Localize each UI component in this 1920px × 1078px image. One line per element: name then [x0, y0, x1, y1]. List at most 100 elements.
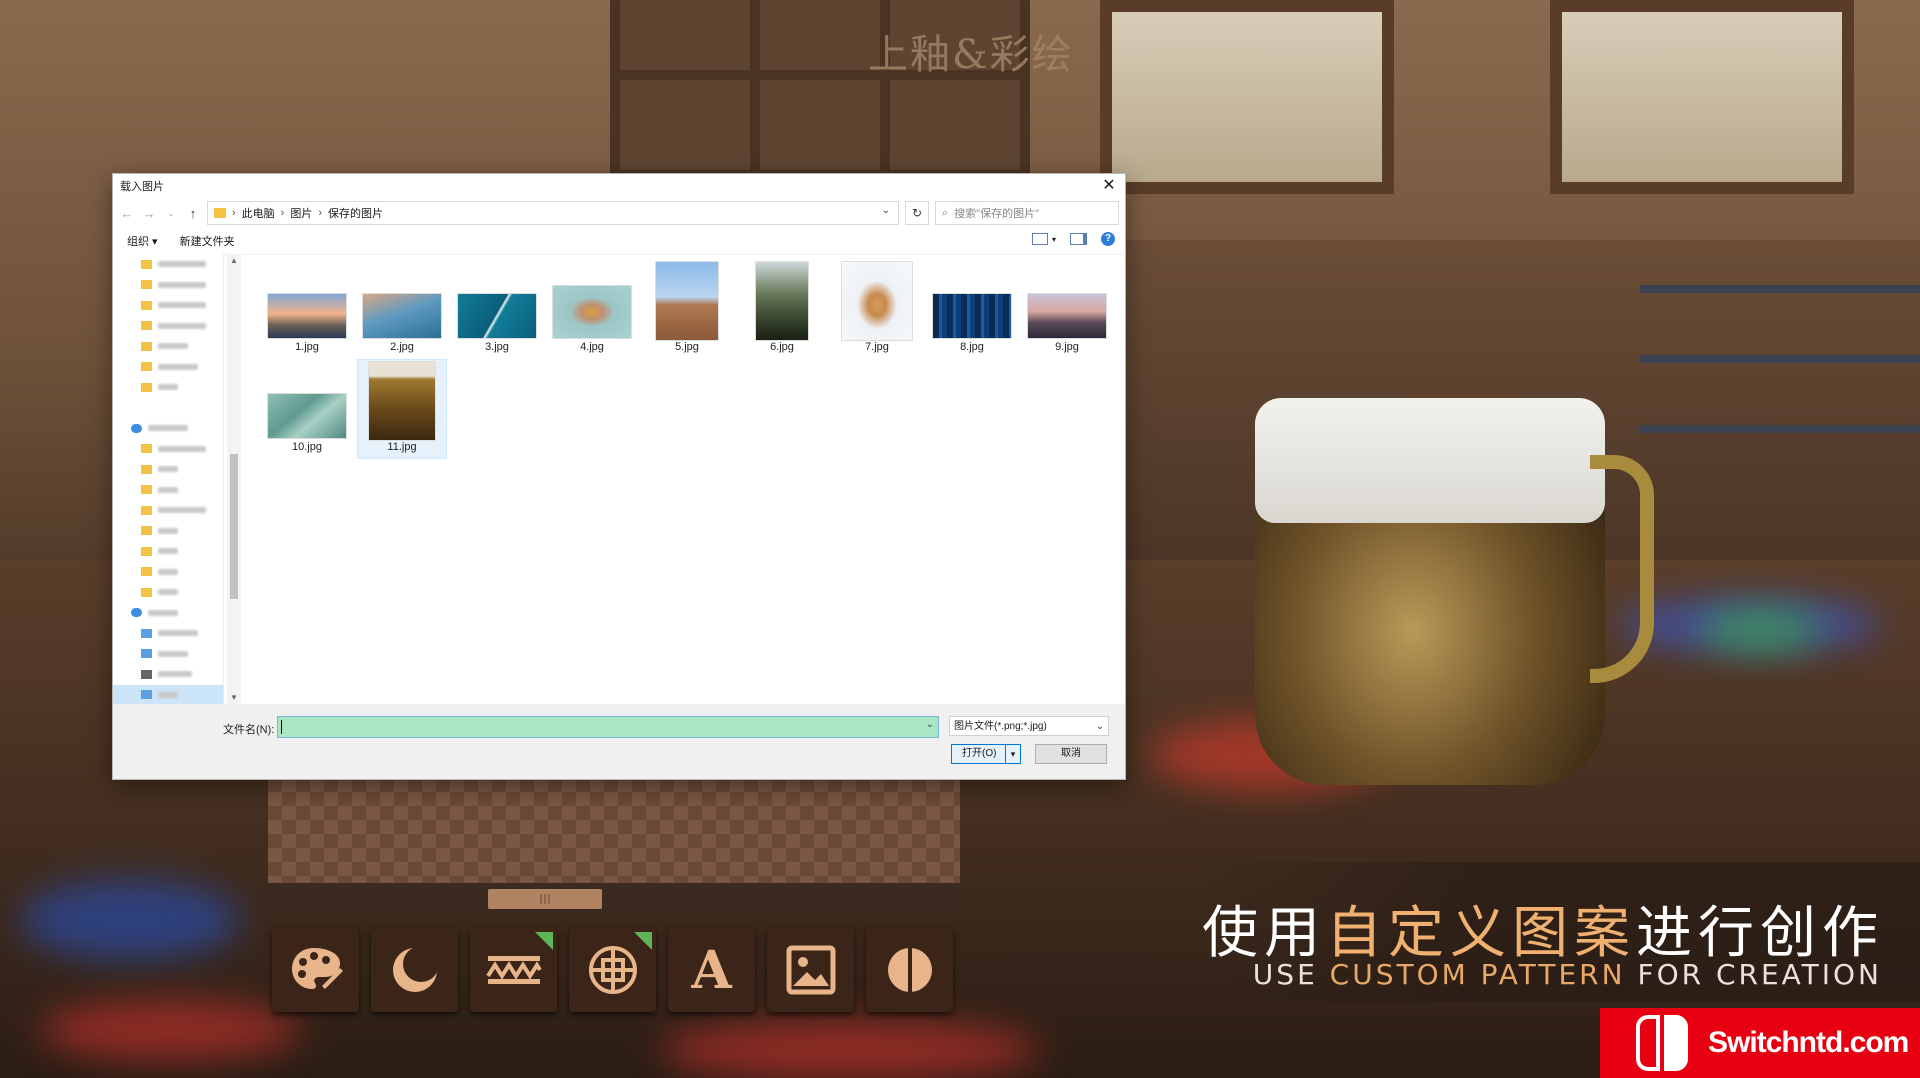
file-name: 7.jpg	[865, 341, 889, 353]
preview-pane-icon[interactable]	[1070, 233, 1087, 245]
video-folder-icon	[141, 669, 152, 679]
nav-item[interactable]	[113, 254, 223, 275]
up-arrow-icon[interactable]: ↑	[185, 206, 201, 221]
dialog-body: ▲ ▼ 1.jpg 2.jpg 3.jpg 4.jpg 5.jpg 6.jpg …	[113, 254, 1125, 705]
nav-item-selected[interactable]	[113, 684, 223, 705]
chevron-down-icon[interactable]: ⌄	[926, 719, 934, 730]
open-button[interactable]: 打开(O) ▾	[951, 744, 1021, 764]
pattern-tool-button[interactable]	[569, 928, 656, 1012]
filetype-value: 图片文件(*.png;*.jpg)	[954, 721, 1047, 732]
paint-splash	[20, 880, 240, 960]
photo-thumbnail	[363, 294, 441, 338]
search-input[interactable]: ⌕ 搜索"保存的图片"	[935, 201, 1119, 225]
file-item-selected[interactable]: 11.jpg	[357, 359, 447, 459]
shading-tool-button[interactable]	[371, 928, 458, 1012]
folder-icon	[141, 259, 152, 269]
photo-thumbnail	[553, 286, 631, 338]
chevron-down-icon[interactable]: ⌄	[882, 205, 890, 216]
pattern-canvas[interactable]	[268, 778, 960, 883]
address-bar[interactable]: › 此电脑 › 图片 › 保存的图片 ⌄	[207, 201, 899, 225]
cancel-button[interactable]: 取消	[1035, 744, 1107, 764]
file-item[interactable]: 4.jpg	[548, 260, 636, 358]
file-item[interactable]: 7.jpg	[833, 260, 921, 358]
forward-arrow-icon[interactable]: →	[141, 206, 157, 221]
filetype-select[interactable]: 图片文件(*.png;*.jpg) ⌄	[949, 716, 1109, 736]
scrollbar-thumb[interactable]	[230, 454, 238, 599]
nav-item[interactable]	[113, 295, 223, 316]
nav-item[interactable]	[113, 336, 223, 357]
photo-thumbnail	[933, 294, 1011, 338]
text-tool-button[interactable]: A	[668, 928, 755, 1012]
chevron-down-icon[interactable]: ▾	[1052, 235, 1056, 244]
folder-icon	[141, 505, 152, 515]
scroll-up-icon[interactable]: ▲	[230, 256, 238, 265]
folder-icon	[141, 526, 152, 536]
right-shelf	[1640, 355, 1920, 363]
refresh-icon[interactable]: ↻	[905, 201, 929, 225]
nav-item[interactable]	[113, 541, 223, 562]
nav-item[interactable]	[113, 500, 223, 521]
file-name: 8.jpg	[960, 341, 984, 353]
folder-icon	[141, 280, 152, 290]
filename-input[interactable]: ⌄	[277, 716, 939, 738]
scroll-down-icon[interactable]: ▼	[230, 693, 238, 702]
nav-section[interactable]	[113, 603, 223, 624]
nav-item[interactable]	[113, 480, 223, 501]
computer-icon	[131, 608, 142, 618]
nav-item[interactable]	[113, 562, 223, 583]
nav-item[interactable]	[113, 459, 223, 480]
file-item[interactable]: 10.jpg	[263, 360, 351, 458]
file-item[interactable]: 3.jpg	[453, 260, 541, 358]
nav-item[interactable]	[113, 644, 223, 665]
paint-splash	[660, 1020, 1040, 1078]
nav-item[interactable]	[113, 377, 223, 398]
file-item[interactable]: 9.jpg	[1023, 260, 1111, 358]
breadcrumb-item[interactable]: 图片	[290, 205, 312, 221]
recent-chevron-icon[interactable]: ⌄	[163, 209, 179, 218]
new-badge	[634, 932, 652, 950]
split-tool-button[interactable]	[866, 928, 953, 1012]
tool-bar: A	[272, 928, 953, 1012]
navigation-pane	[113, 254, 224, 705]
file-name: 5.jpg	[675, 341, 699, 353]
nav-item[interactable]	[113, 664, 223, 685]
nav-pane-scrollbar[interactable]: ▲ ▼	[227, 254, 241, 704]
palette-tool-button[interactable]	[272, 928, 359, 1012]
view-options-icon[interactable]	[1031, 233, 1048, 245]
file-item[interactable]: 1.jpg	[263, 260, 351, 358]
back-arrow-icon[interactable]: ←	[119, 206, 135, 221]
folder-icon	[141, 567, 152, 577]
nav-item[interactable]	[113, 439, 223, 460]
close-icon[interactable]: ✕	[1099, 176, 1119, 196]
nav-item[interactable]	[113, 582, 223, 603]
canvas-scrollbar[interactable]	[268, 883, 960, 913]
new-folder-button[interactable]: 新建文件夹	[180, 233, 235, 249]
band-tool-button[interactable]	[470, 928, 557, 1012]
nav-item[interactable]	[113, 316, 223, 337]
image-tool-button[interactable]	[767, 928, 854, 1012]
cafe-window-left	[1100, 0, 1394, 194]
chevron-down-icon[interactable]: ▾	[1005, 745, 1020, 763]
nav-section[interactable]	[113, 418, 223, 439]
filename-label: 文件名(N):	[223, 724, 275, 736]
file-item[interactable]: 2.jpg	[358, 260, 446, 358]
nav-item[interactable]	[113, 275, 223, 296]
organize-button[interactable]: 组织 ▾	[127, 233, 158, 249]
watermark-banner: Switchntd.com	[1600, 1008, 1920, 1078]
right-shelf	[1640, 285, 1920, 293]
breadcrumb-item[interactable]: 保存的图片	[328, 205, 383, 221]
canvas-scroll-thumb[interactable]	[488, 889, 602, 909]
folder-icon	[141, 464, 152, 474]
breadcrumb-item[interactable]: 此电脑	[242, 205, 275, 221]
nav-item[interactable]	[113, 521, 223, 542]
file-item[interactable]: 6.jpg	[738, 260, 826, 358]
file-name: 2.jpg	[390, 341, 414, 353]
help-icon[interactable]: ?	[1101, 232, 1115, 246]
dialog-footer: 文件名(N): ⌄ 图片文件(*.png;*.jpg) ⌄ 打开(O) ▾ 取消	[113, 704, 1125, 779]
folder-icon	[141, 341, 152, 351]
watermark-text: Switchntd.com	[1708, 1026, 1909, 1059]
nav-item[interactable]	[113, 623, 223, 644]
file-item[interactable]: 8.jpg	[928, 260, 1016, 358]
nav-item[interactable]	[113, 357, 223, 378]
file-item[interactable]: 5.jpg	[643, 260, 731, 358]
